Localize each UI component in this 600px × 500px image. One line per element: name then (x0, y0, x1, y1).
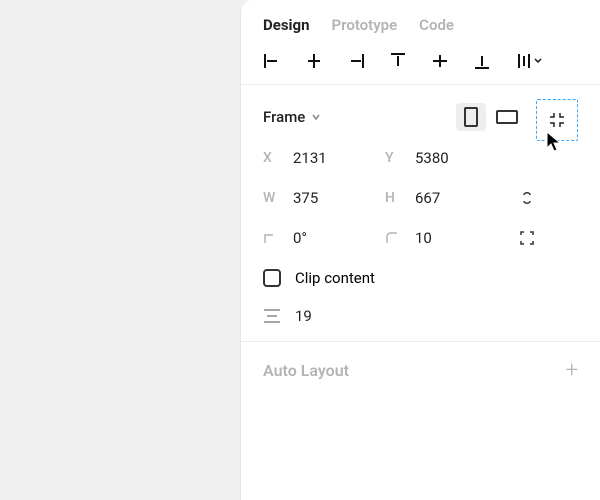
auto-layout-section: Auto Layout + (241, 342, 600, 399)
align-vcenter-icon[interactable] (431, 52, 449, 70)
orientation-group (456, 103, 522, 131)
clip-content-checkbox[interactable] (263, 269, 281, 287)
auto-layout-title: Auto Layout (263, 361, 349, 380)
distribute-icon[interactable] (515, 52, 542, 70)
rotation-icon (263, 231, 281, 245)
x-label: X (263, 150, 281, 166)
y-input[interactable]: 5380 (415, 149, 495, 167)
alignment-controls (241, 44, 600, 85)
corner-radius-icon (385, 231, 403, 245)
spacing-input[interactable]: 19 (295, 307, 312, 325)
spacing-icon (263, 308, 281, 324)
w-label: W (263, 190, 281, 206)
radius-input[interactable]: 10 (415, 229, 495, 247)
spacing-row: 19 (263, 307, 578, 325)
frame-properties-grid: X 2131 Y 5380 W 375 H 667 0° 10 (263, 149, 578, 247)
chevron-down-icon (311, 112, 321, 122)
resize-to-fit-button[interactable] (536, 99, 578, 141)
tab-code[interactable]: Code (419, 16, 454, 34)
h-label: H (385, 190, 403, 206)
align-bottom-icon[interactable] (473, 52, 491, 70)
panel-tabs: Design Prototype Code (241, 0, 600, 44)
independent-corners-icon[interactable] (519, 230, 535, 246)
tab-prototype[interactable]: Prototype (332, 16, 398, 34)
link-dimensions-icon[interactable] (520, 189, 534, 207)
width-input[interactable]: 375 (293, 189, 373, 207)
orientation-landscape-button[interactable] (492, 103, 522, 131)
rotation-input[interactable]: 0° (293, 229, 373, 247)
y-label: Y (385, 150, 403, 166)
add-auto-layout-button[interactable]: + (566, 358, 578, 383)
clip-content-label: Clip content (295, 269, 375, 287)
tab-design[interactable]: Design (263, 16, 310, 34)
frame-type-dropdown[interactable]: Frame (263, 108, 321, 126)
align-top-icon[interactable] (389, 52, 407, 70)
height-input[interactable]: 667 (415, 189, 495, 207)
frame-section: Frame X 21 (241, 85, 600, 342)
align-hcenter-icon[interactable] (305, 52, 323, 70)
frame-type-label: Frame (263, 108, 305, 126)
design-panel: Design Prototype Code Frame (240, 0, 600, 500)
clip-content-row: Clip content (263, 269, 578, 287)
align-left-icon[interactable] (263, 52, 281, 70)
canvas-area[interactable] (0, 0, 240, 500)
x-input[interactable]: 2131 (293, 149, 373, 167)
orientation-portrait-button[interactable] (456, 103, 486, 131)
align-right-icon[interactable] (347, 52, 365, 70)
